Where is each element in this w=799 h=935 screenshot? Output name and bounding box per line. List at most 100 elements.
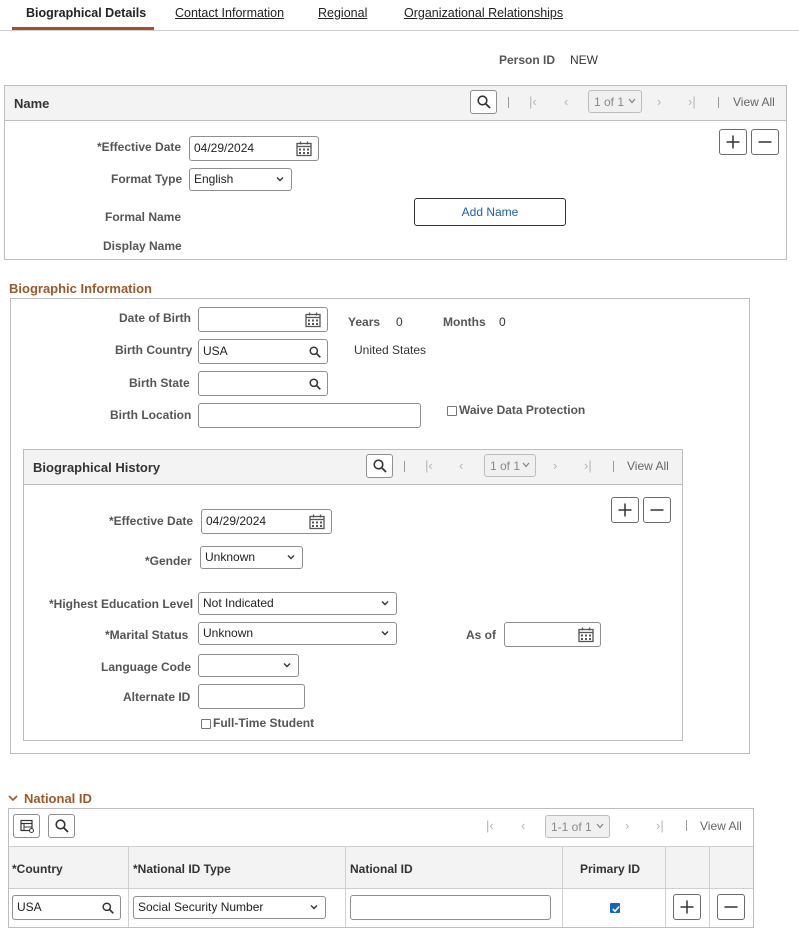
name-search-button[interactable] xyxy=(470,90,497,114)
highest-education-select[interactable]: Not Indicated xyxy=(198,592,397,615)
national-id-type-value: Social Security Number xyxy=(138,900,264,914)
history-search-button[interactable] xyxy=(366,454,393,478)
add-name-button[interactable]: Add Name xyxy=(414,198,566,226)
last-page-icon: ›| xyxy=(688,94,696,109)
person-id-value: NEW xyxy=(570,53,598,67)
column-header-national-id-type[interactable]: *National ID Type xyxy=(133,862,231,876)
alternate-id-label: Alternate ID xyxy=(123,690,191,704)
search-icon xyxy=(477,95,491,109)
date-of-birth-input[interactable] xyxy=(198,307,328,332)
highest-education-label: *Highest Education Level xyxy=(49,597,194,611)
column-header-primary-id[interactable]: Primary ID xyxy=(580,862,640,876)
active-tab-indicator xyxy=(12,27,154,30)
delete-history-row-button[interactable] xyxy=(643,497,671,523)
add-national-id-row-button[interactable] xyxy=(673,894,701,920)
gender-label: *Gender xyxy=(145,554,192,568)
birth-country-input[interactable]: USA xyxy=(198,339,328,364)
chevron-down-icon xyxy=(276,177,284,182)
add-row-button[interactable] xyxy=(719,129,747,155)
calendar-icon[interactable] xyxy=(309,514,325,530)
chevron-down-icon xyxy=(596,823,604,829)
language-code-select[interactable] xyxy=(198,654,299,677)
name-pager-select[interactable]: 1 of 1 xyxy=(588,90,642,113)
birth-state-input[interactable] xyxy=(198,371,328,396)
birth-location-label: Birth Location xyxy=(110,408,192,422)
birth-country-description: United States xyxy=(354,343,427,357)
column-divider xyxy=(562,847,563,890)
history-view-all-link[interactable]: View All xyxy=(627,459,669,473)
gender-select[interactable]: Unknown xyxy=(200,546,303,569)
national-pager-select[interactable]: 1-1 of 1 xyxy=(545,815,610,838)
primary-id-checkbox[interactable] xyxy=(610,903,620,913)
history-effective-date-label: *Effective Date xyxy=(109,514,194,528)
biographic-information-box: Date of Birth Years 0 Months 0 Birth Cou… xyxy=(10,298,750,754)
history-pager-select[interactable]: 1 of 1 xyxy=(484,454,536,477)
tab-organizational-relationships[interactable]: Organizational Relationships xyxy=(404,6,563,20)
national-id-input[interactable] xyxy=(350,895,551,920)
next-page-icon: › xyxy=(657,94,662,109)
column-header-national-id[interactable]: National ID xyxy=(350,862,413,876)
delete-national-id-row-button[interactable] xyxy=(717,894,745,920)
national-view-all-link[interactable]: View All xyxy=(700,819,742,833)
last-page-icon: ›| xyxy=(656,818,664,833)
separator xyxy=(508,97,509,108)
years-value: 0 xyxy=(396,315,403,329)
name-view-all-link[interactable]: View All xyxy=(733,95,775,109)
birth-country-label: Birth Country xyxy=(115,343,193,357)
tab-contact-information[interactable]: Contact Information xyxy=(175,6,284,20)
separator xyxy=(718,97,719,108)
search-icon[interactable] xyxy=(102,902,114,914)
history-effective-date-input[interactable]: 04/29/2024 xyxy=(201,509,332,534)
chevron-down-icon xyxy=(287,555,295,560)
months-value: 0 xyxy=(499,315,506,329)
as-of-date-input[interactable] xyxy=(504,622,601,647)
formal-name-label: Formal Name xyxy=(105,210,182,224)
delete-row-button[interactable] xyxy=(751,129,779,155)
as-of-label: As of xyxy=(466,628,496,642)
add-history-row-button[interactable] xyxy=(611,497,639,523)
pager-value: 1 of 1 xyxy=(490,459,521,473)
calendar-icon[interactable] xyxy=(296,141,312,157)
previous-page-icon: ‹ xyxy=(564,94,569,109)
name-box-title: Name xyxy=(14,96,50,111)
calendar-icon[interactable] xyxy=(578,627,594,643)
effective-date-input[interactable]: 04/29/2024 xyxy=(189,136,319,161)
chevron-down-icon xyxy=(522,462,530,468)
search-icon[interactable] xyxy=(309,346,321,358)
format-type-label: Format Type xyxy=(111,172,183,186)
tab-regional[interactable]: Regional xyxy=(318,6,367,20)
column-divider xyxy=(709,889,710,927)
waive-data-protection-label: Waive Data Protection xyxy=(459,403,586,417)
birth-location-input[interactable] xyxy=(198,403,421,428)
marital-status-select[interactable]: Unknown xyxy=(198,622,397,645)
plus-icon xyxy=(726,135,740,149)
column-divider xyxy=(562,889,563,927)
previous-page-icon: ‹ xyxy=(521,818,526,833)
last-page-icon: ›| xyxy=(584,458,592,473)
tab-biographical-details[interactable]: Biographical Details xyxy=(26,6,146,20)
column-divider xyxy=(665,889,666,927)
national-id-type-select[interactable]: Social Security Number xyxy=(133,896,326,919)
column-header-country[interactable]: *Country xyxy=(12,862,63,876)
effective-date-label: *Effective Date xyxy=(97,140,182,154)
grid-search-button[interactable] xyxy=(48,814,75,838)
calendar-icon[interactable] xyxy=(305,312,321,328)
history-effective-date-value: 04/29/2024 xyxy=(206,514,267,528)
collapse-chevron-icon[interactable] xyxy=(8,794,18,802)
format-type-select[interactable]: English xyxy=(189,168,292,191)
national-id-title: National ID xyxy=(24,791,92,806)
country-input[interactable]: USA xyxy=(12,895,121,920)
effective-date-value: 04/29/2024 xyxy=(194,141,255,155)
full-time-student-checkbox[interactable] xyxy=(201,719,211,729)
grid-personalize-button[interactable] xyxy=(13,814,40,838)
next-page-icon: › xyxy=(625,818,630,833)
alternate-id-input[interactable] xyxy=(198,684,305,709)
chevron-down-icon xyxy=(381,601,389,606)
next-page-icon: › xyxy=(553,458,558,473)
search-icon[interactable] xyxy=(309,378,321,390)
minus-icon xyxy=(758,141,772,143)
waive-data-protection-checkbox[interactable] xyxy=(447,406,457,416)
column-divider xyxy=(128,889,129,927)
grid-settings-icon xyxy=(20,819,34,833)
birth-state-label: Birth State xyxy=(129,376,190,390)
